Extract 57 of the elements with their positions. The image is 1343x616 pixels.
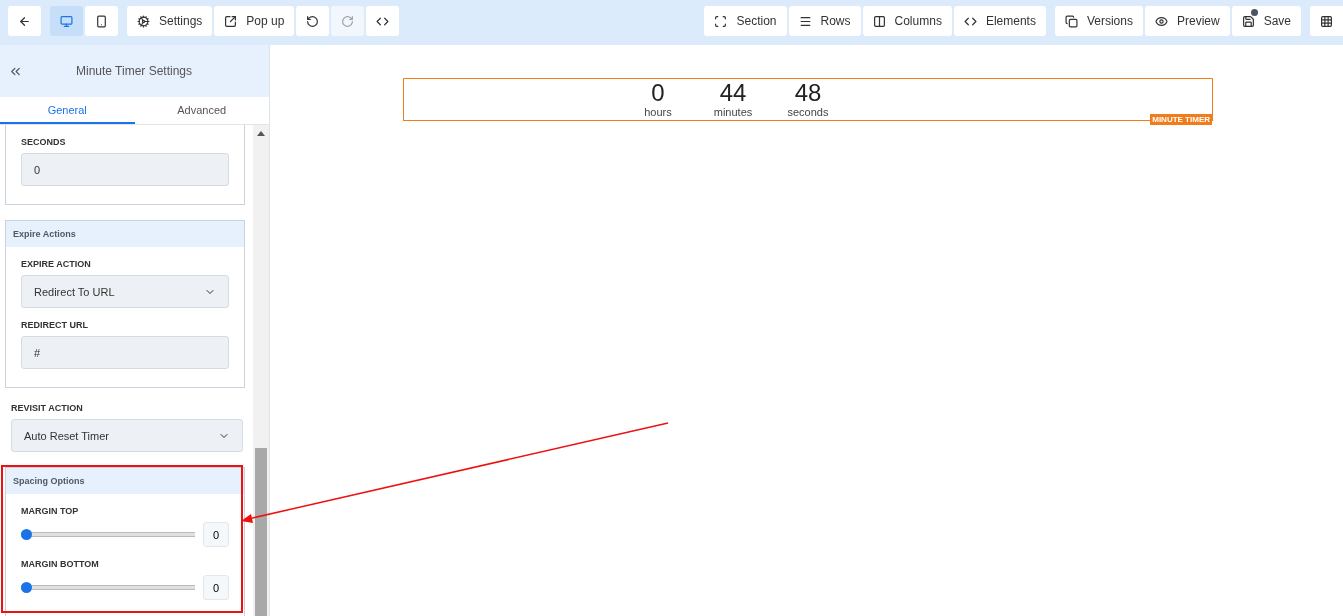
field-label: REDIRECT URL — [21, 320, 89, 330]
stack-icon — [1064, 14, 1078, 28]
card-title: Expire Actions — [6, 221, 244, 247]
save-button[interactable]: Save — [1231, 6, 1301, 36]
code-button[interactable] — [366, 6, 400, 36]
apps-button[interactable] — [1310, 6, 1343, 36]
rows-button[interactable]: Rows — [788, 6, 861, 36]
columns-icon — [872, 14, 886, 28]
undo-icon — [306, 14, 320, 28]
preview-button[interactable]: Preview — [1144, 6, 1230, 36]
scrollbar-thumb[interactable] — [255, 448, 267, 616]
save-icon — [1241, 14, 1255, 28]
field-label: EXPIRE ACTION — [21, 259, 92, 269]
element-tag: MINUTE TIMER — [1150, 114, 1212, 125]
number-field[interactable]: 0 — [203, 522, 229, 547]
monitor-icon — [60, 14, 73, 28]
scroll-up-icon[interactable] — [257, 131, 265, 136]
code-button[interactable]: Elements — [953, 6, 1046, 36]
input-field[interactable]: 0 — [21, 153, 229, 186]
timer-unit: minutes — [713, 106, 753, 118]
versions-button[interactable]: Versions — [1054, 6, 1143, 36]
mobile-view-button[interactable] — [85, 6, 118, 36]
timer-value: 0 — [651, 79, 665, 106]
external-link-icon — [224, 14, 238, 28]
timer-unit: hours — [644, 106, 672, 118]
eye-icon — [1154, 14, 1168, 28]
slider-thumb[interactable] — [21, 529, 32, 540]
back-button[interactable] — [8, 6, 41, 36]
timer-value: 48 — [794, 79, 822, 106]
timer-unit: seconds — [787, 106, 829, 118]
dropdown[interactable]: Redirect To URL — [21, 275, 229, 308]
timer-value: 44 — [719, 79, 747, 106]
field-label: MARGIN BOTTOM — [21, 559, 100, 569]
settings-button[interactable]: Settings — [127, 6, 213, 36]
panel-title: Minute Timer Settings — [74, 64, 193, 78]
slider-track[interactable] — [21, 529, 195, 540]
scrollbar[interactable] — [253, 125, 269, 616]
slider-track[interactable] — [21, 582, 195, 593]
back-arrow-icon — [18, 14, 31, 28]
popup-button[interactable]: Pop up — [214, 6, 295, 36]
card-title: Spacing Options — [6, 468, 244, 494]
field-label: MARGIN TOP — [21, 506, 80, 516]
dropdown[interactable]: Auto Reset Timer — [11, 419, 243, 452]
section-button[interactable]: Section — [704, 6, 787, 36]
slider-thumb[interactable] — [21, 582, 32, 593]
undo-button[interactable] — [296, 6, 330, 36]
redo-icon — [341, 14, 355, 28]
frame-icon — [714, 14, 728, 28]
field-label: SECONDS — [21, 137, 67, 147]
settings-icon — [137, 14, 150, 28]
grid-icon — [1320, 14, 1333, 28]
menu-icon — [798, 14, 812, 28]
field-label: REVISIT ACTION — [11, 403, 84, 413]
number-field[interactable]: 0 — [203, 575, 229, 600]
phone-icon — [95, 14, 108, 28]
columns-button[interactable]: Columns — [862, 6, 952, 36]
input-field[interactable]: # — [21, 336, 229, 369]
